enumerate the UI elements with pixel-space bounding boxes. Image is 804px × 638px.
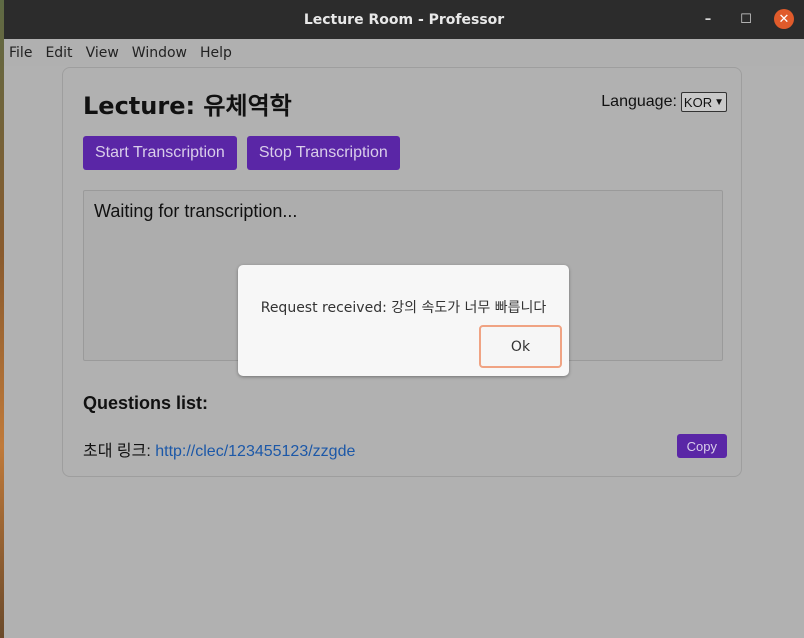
language-picker: Language: KOR ▼ [601,92,727,112]
alert-dialog: Request received: 강의 속도가 너무 빠릅니다 Ok [238,265,569,376]
stop-transcription-button[interactable]: Stop Transcription [246,136,400,170]
maximize-icon[interactable]: ☐ [736,9,756,29]
transcription-controls: Start Transcription Stop Transcription [83,136,400,170]
menu-edit[interactable]: Edit [40,45,78,61]
language-select[interactable]: KOR ▼ [680,92,727,112]
menu-help[interactable]: Help [195,45,238,61]
copy-button[interactable]: Copy [676,434,727,458]
questions-title: Questions list: [83,393,209,413]
menu-window[interactable]: Window [127,45,193,61]
transcript-text: Waiting for transcription... [94,201,298,221]
minimize-icon[interactable]: – [698,9,718,29]
lecture-title: Lecture: 유체역학 [83,92,292,120]
dialog-message: Request received: 강의 속도가 너무 빠릅니다 [260,300,547,316]
close-icon[interactable]: ✕ [774,9,794,29]
app-window: Lecture Room - Professor – ☐ ✕ File Edit… [4,0,804,638]
title-bar: Lecture Room - Professor – ☐ ✕ [4,0,804,39]
window-controls: – ☐ ✕ [698,9,794,29]
menu-bar: File Edit View Window Help [4,39,804,66]
invite-label: 초대 링크: [83,443,156,460]
invite-row: 초대 링크: http://clec/123455123/zzgde [83,437,355,461]
chevron-down-icon: ▼ [714,96,724,108]
language-label: Language: [601,93,677,110]
ok-button[interactable]: Ok [479,325,562,368]
window-title: Lecture Room - Professor [303,11,505,28]
menu-view[interactable]: View [81,45,125,61]
invite-link[interactable]: http://clec/123455123/zzgde [155,443,355,460]
language-value: KOR [683,94,713,110]
start-transcription-button[interactable]: Start Transcription [83,136,237,170]
menu-file[interactable]: File [4,45,38,61]
